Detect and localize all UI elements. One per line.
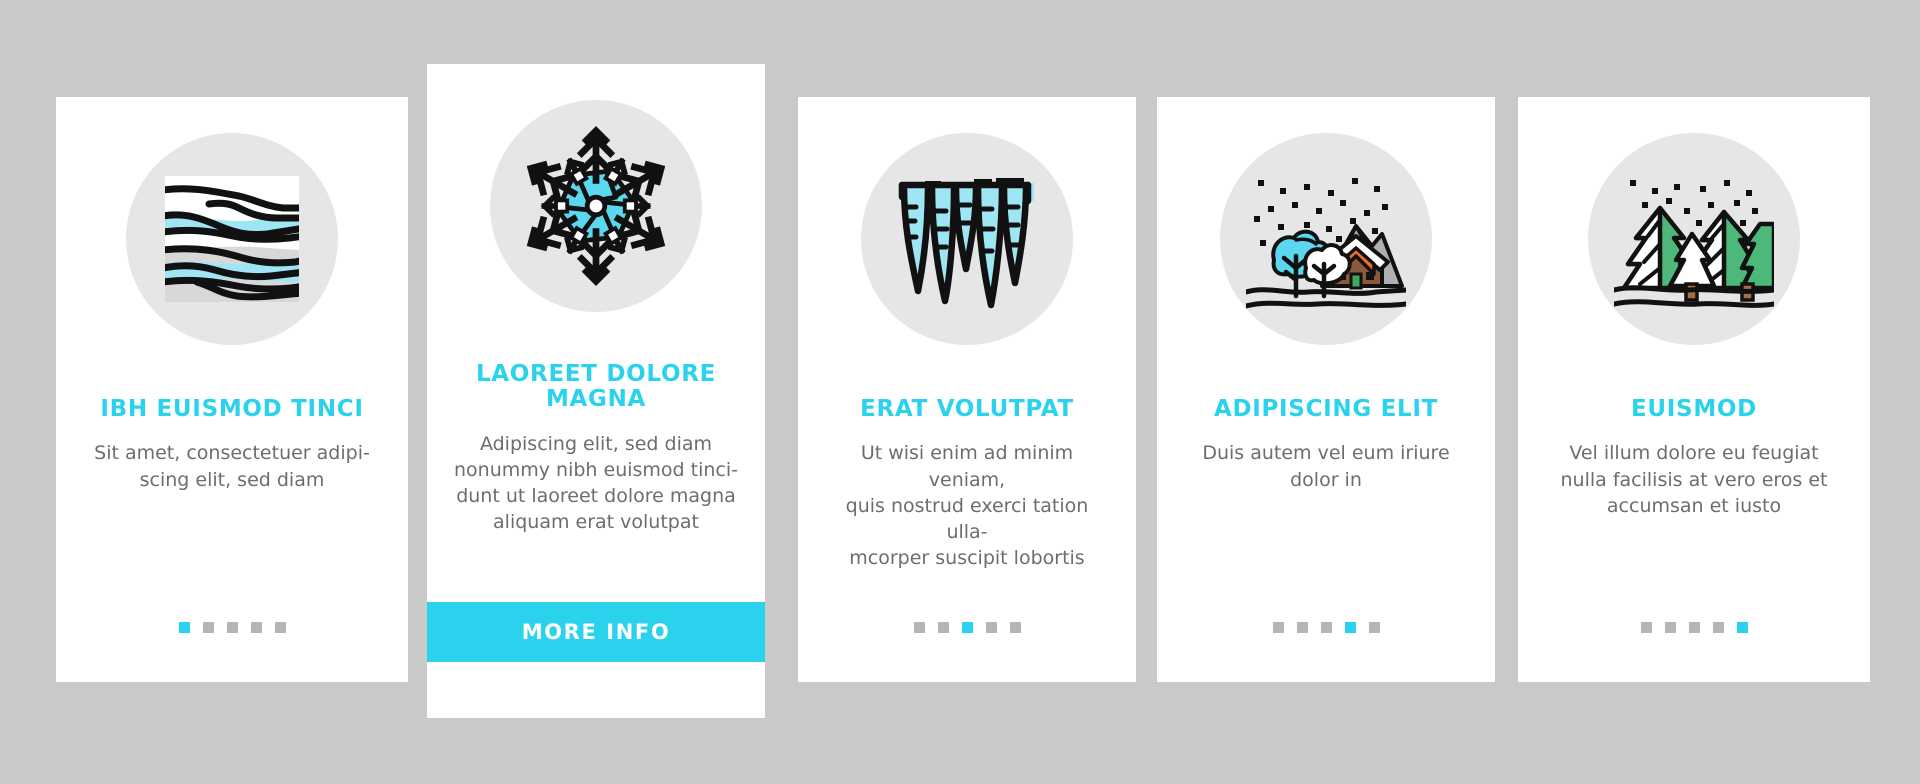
icon-container: [126, 133, 338, 345]
pagination-dot[interactable]: [178, 622, 190, 633]
card-body-text: Sit amet, consectetuer adipi- scing elit…: [94, 442, 370, 491]
snowfall-house-mountain-icon: [1246, 178, 1406, 309]
pagination-dots[interactable]: [913, 622, 1021, 633]
pagination-dot[interactable]: [961, 622, 973, 633]
more-info-button[interactable]: MORE INFO: [427, 602, 765, 662]
card-body-text: Duis autem vel eum iriure dolor in: [1202, 442, 1450, 491]
onboarding-card-5[interactable]: EUISMOD Vel illum dolore eu feugiat null…: [1518, 97, 1870, 682]
pagination-dot[interactable]: [1640, 622, 1652, 633]
pagination-dot[interactable]: [1009, 622, 1021, 633]
icon-container: [490, 100, 702, 312]
pagination-dot[interactable]: [1368, 622, 1380, 633]
pagination-dot[interactable]: [226, 622, 238, 633]
icon-container: [1220, 133, 1432, 345]
card-title: IBH EUISMOD TINCI: [100, 396, 364, 422]
card-body-text: Adipiscing elit, sed diam nonummy nibh e…: [453, 432, 738, 534]
pagination-dot[interactable]: [274, 622, 286, 633]
pagination-dot[interactable]: [202, 622, 214, 633]
card-title: LAOREET DOLORE MAGNA: [475, 361, 717, 413]
pagination-dot[interactable]: [913, 622, 925, 633]
snow-drift-layers-icon: [165, 176, 299, 302]
pagination-dot[interactable]: [250, 622, 262, 633]
pagination-dot[interactable]: [1344, 622, 1356, 633]
pagination-dot[interactable]: [1688, 622, 1700, 633]
pagination-dot[interactable]: [1320, 622, 1332, 633]
bottom-padding: [427, 662, 765, 718]
icon-container: [861, 133, 1073, 345]
pagination-dots[interactable]: [1272, 622, 1380, 633]
pagination-dot[interactable]: [1712, 622, 1724, 633]
onboarding-card-4[interactable]: ADIPISCING ELIT Duis autem vel eum iriur…: [1157, 97, 1495, 682]
onboarding-card-2[interactable]: LAOREET DOLORE MAGNA Adipiscing elit, se…: [427, 64, 765, 718]
pagination-dot[interactable]: [985, 622, 997, 633]
pagination-dot[interactable]: [937, 622, 949, 633]
snowy-pine-forest-icon: [1614, 180, 1774, 308]
pagination-dot[interactable]: [1272, 622, 1284, 633]
card-body-text: Vel illum dolore eu feugiat nulla facili…: [1560, 442, 1828, 517]
icon-container: [1588, 133, 1800, 345]
snowflake-icon: [526, 126, 666, 286]
pagination-dots[interactable]: [178, 622, 286, 633]
onboarding-card-1[interactable]: IBH EUISMOD TINCI Sit amet, consectetuer…: [56, 97, 408, 682]
icicles-icon: [898, 177, 1034, 308]
card-body-text: Ut wisi enim ad minim veniam, quis nostr…: [845, 442, 1089, 570]
pagination-dots[interactable]: [1640, 622, 1748, 633]
card-title: ERAT VOLUTPAT: [860, 396, 1074, 422]
card-title: ADIPISCING ELIT: [1213, 396, 1439, 422]
card-title: EUISMOD: [1631, 396, 1757, 422]
pagination-dot[interactable]: [1296, 622, 1308, 633]
pagination-dot[interactable]: [1664, 622, 1676, 633]
onboarding-card-3[interactable]: ERAT VOLUTPAT Ut wisi enim ad minim veni…: [798, 97, 1136, 682]
pagination-dot[interactable]: [1736, 622, 1748, 633]
onboarding-screens-container: IBH EUISMOD TINCI Sit amet, consectetuer…: [0, 0, 1920, 784]
